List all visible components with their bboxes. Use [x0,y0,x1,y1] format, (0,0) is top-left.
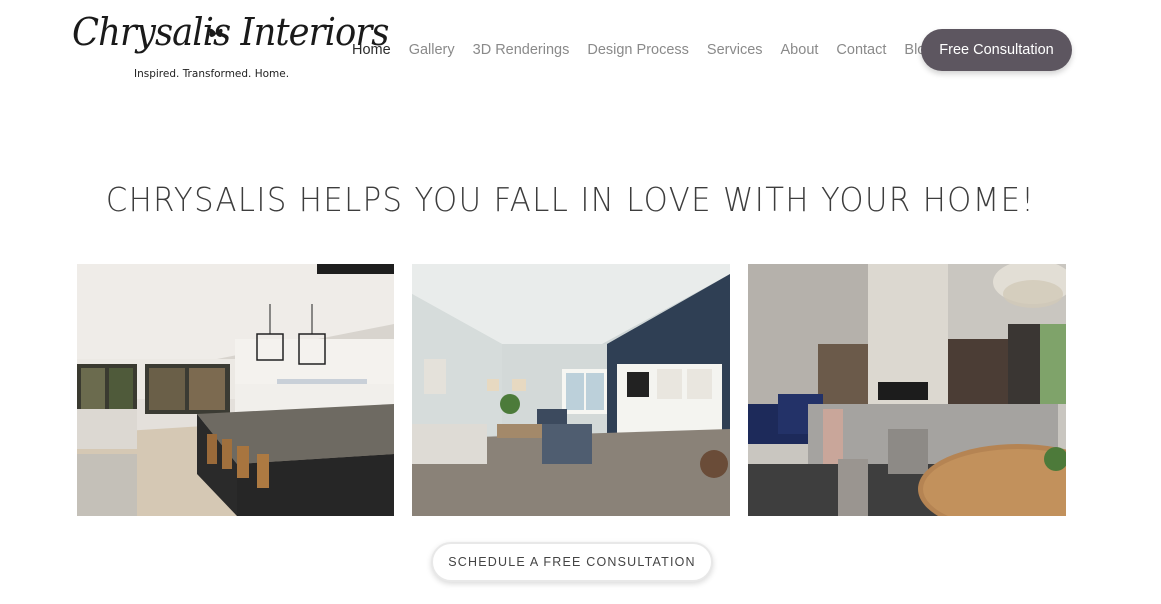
kitchen-image [77,264,394,516]
free-consultation-button[interactable]: Free Consultation [921,29,1072,71]
nav-item-3d-renderings[interactable]: 3D Renderings [473,42,570,58]
nav-item-design-process[interactable]: Design Process [587,42,689,58]
butterfly-icon [209,28,223,37]
nav-item-gallery[interactable]: Gallery [409,42,455,58]
nav-item-about[interactable]: About [781,42,819,58]
site-header: Chrysalis Interiors Inspired. Transforme… [0,0,1161,100]
great-room-image [748,264,1066,516]
living-room-image [412,264,730,516]
gallery-image-living-room[interactable] [412,264,730,516]
logo-tagline: Inspired. Transformed. Home. [134,68,290,80]
gallery-image-great-room[interactable] [748,264,1066,516]
main-nav: Home Gallery 3D Renderings Design Proces… [352,38,951,62]
gallery-image-kitchen[interactable] [77,264,394,516]
nav-item-contact[interactable]: Contact [836,42,886,58]
page-headline: CHRYSALIS HELPS YOU FALL IN LOVE WITH YO… [105,180,1036,219]
nav-item-home[interactable]: Home [352,42,391,58]
schedule-consultation-button[interactable]: SCHEDULE A FREE CONSULTATION [431,542,713,582]
logo-script-text: Chrysalis Interiors [72,10,389,54]
brand-logo[interactable]: Chrysalis Interiors Inspired. Transforme… [70,8,389,86]
nav-item-services[interactable]: Services [707,42,763,58]
